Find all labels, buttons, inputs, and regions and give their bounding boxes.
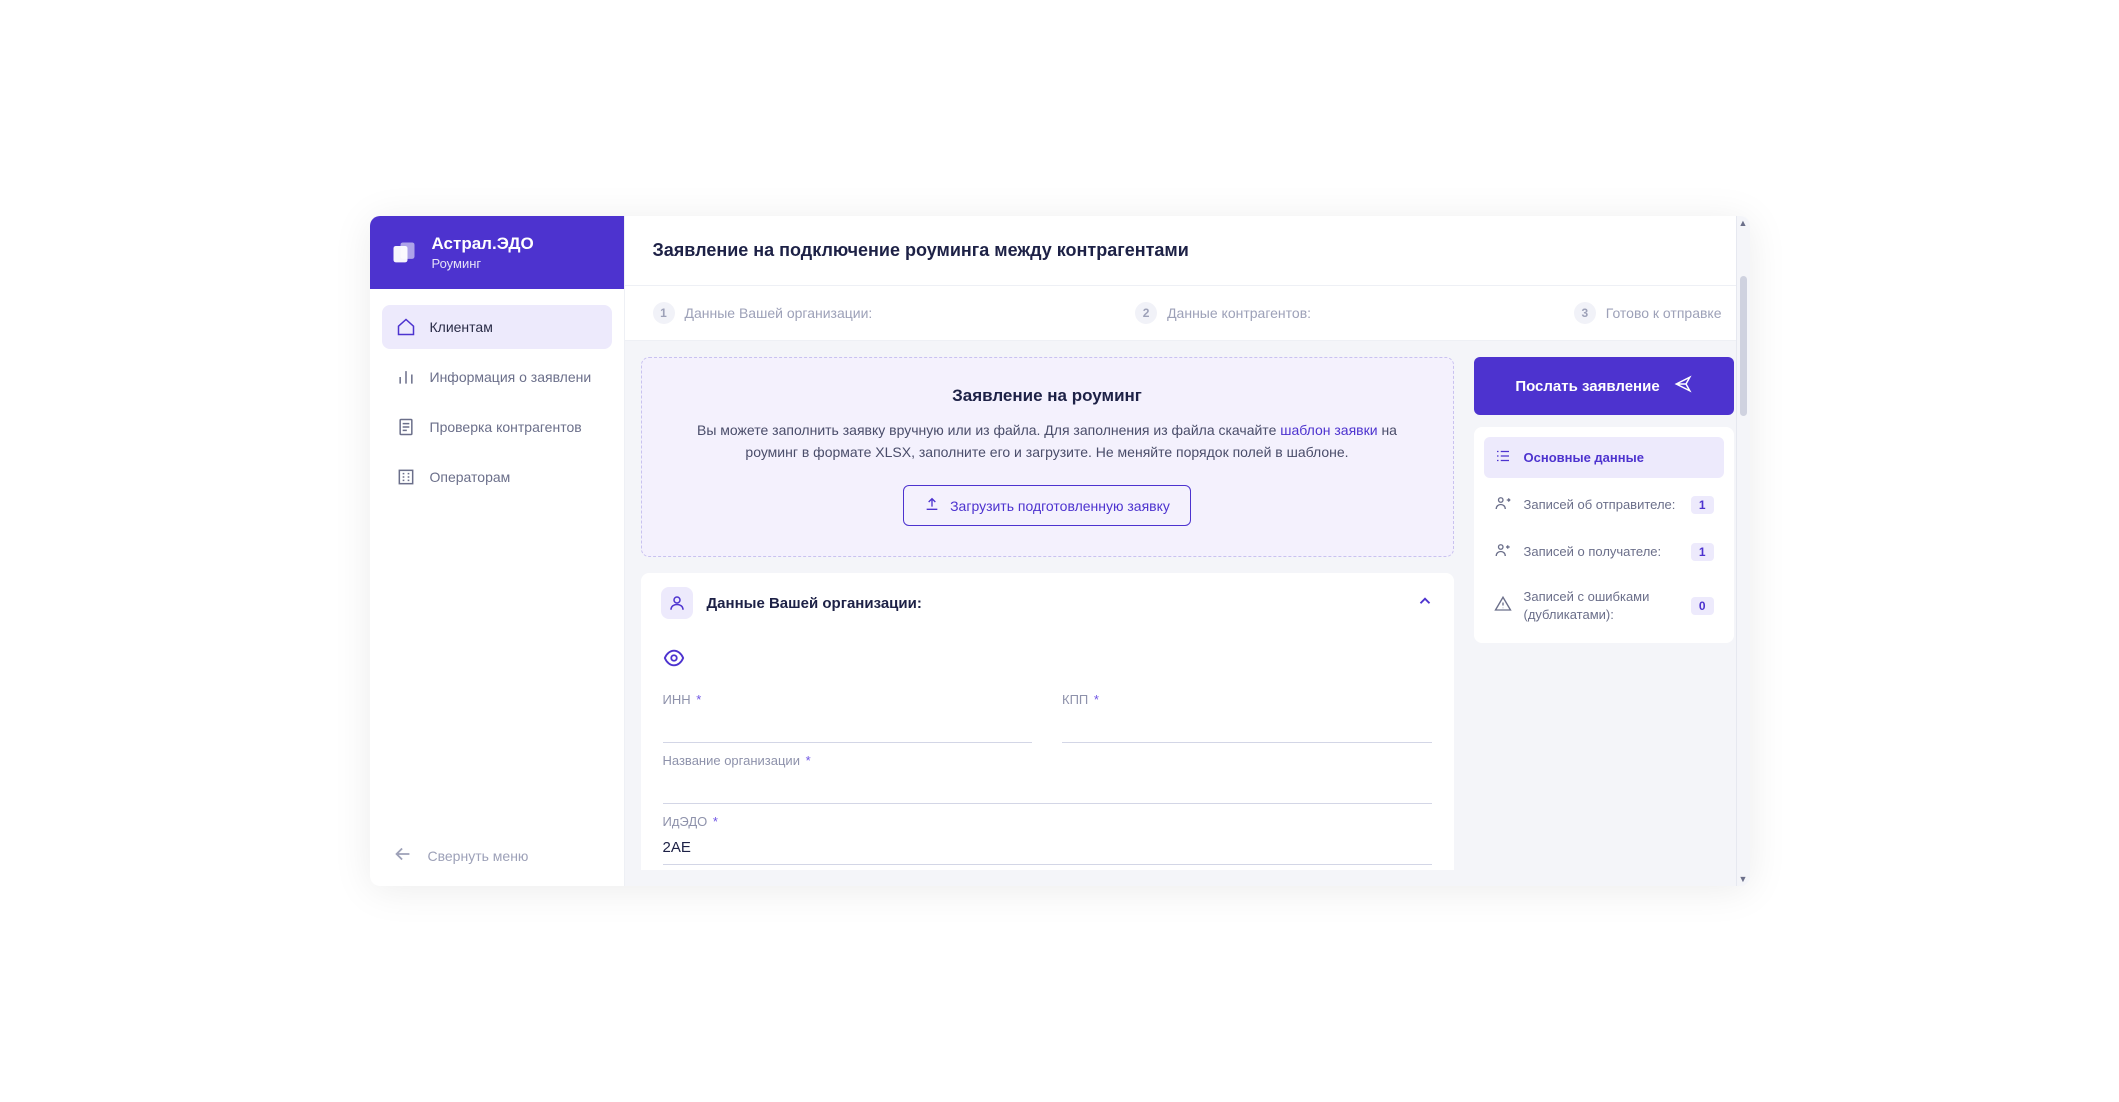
list-icon	[1494, 447, 1512, 468]
page-title: Заявление на подключение роуминга между …	[653, 240, 1722, 261]
person-icon	[661, 587, 693, 619]
count-badge: 0	[1691, 597, 1714, 615]
scroll-thumb[interactable]	[1740, 276, 1747, 416]
step-number: 3	[1574, 302, 1596, 324]
orgname-field: Название организации *	[663, 753, 1432, 804]
summary-card: Основные данные Записей об отправителе: …	[1474, 427, 1734, 643]
org-title: Данные Вашей организации:	[707, 595, 922, 612]
inn-label: ИНН *	[663, 692, 1033, 707]
kpp-field: КПП *	[1062, 692, 1432, 743]
send-button-label: Послать заявление	[1515, 378, 1659, 395]
scroll-down-icon[interactable]: ▼	[1739, 874, 1748, 884]
upload-button-label: Загрузить подготовленную заявку	[950, 498, 1170, 514]
document-icon	[396, 417, 416, 437]
content-column: Заявление на роуминг Вы можете заполнить…	[641, 357, 1458, 870]
org-body: ИНН * КПП * Название организации *	[641, 633, 1454, 865]
brand-block: Астрал.ЭДО Роуминг	[432, 234, 534, 271]
orgname-label: Название организации *	[663, 753, 1432, 768]
sidebar-item-clients[interactable]: Клиентам	[382, 305, 612, 349]
brand-subtitle: Роуминг	[432, 256, 534, 271]
sidebar: Астрал.ЭДО Роуминг Клиентам Информация о…	[370, 216, 625, 886]
summary-errors: Записей с ошибками (дубликатами): 0	[1484, 578, 1724, 633]
org-header-left: Данные Вашей организации:	[661, 587, 922, 619]
sidebar-nav: Клиентам Информация о заявлени Проверка …	[370, 289, 624, 825]
step-number: 1	[653, 302, 675, 324]
summary-label: Записей об отправителе:	[1524, 496, 1679, 514]
app-window: Астрал.ЭДО Роуминг Клиентам Информация о…	[370, 216, 1750, 886]
template-link[interactable]: шаблон заявки	[1280, 422, 1377, 438]
side-column: Послать заявление Основные данные	[1474, 357, 1734, 870]
upload-icon	[924, 496, 940, 515]
main: Заявление на подключение роуминга между …	[625, 216, 1750, 886]
form-row: ИдЭДО *	[663, 814, 1432, 865]
step-label: Данные контрагентов:	[1167, 305, 1311, 321]
org-header[interactable]: Данные Вашей организации:	[641, 573, 1454, 633]
form-row: Название организации *	[663, 753, 1432, 804]
scroll-up-icon[interactable]: ▲	[1739, 218, 1748, 228]
person-arrow-icon	[1494, 494, 1512, 515]
step-label: Готово к отправке	[1606, 305, 1722, 321]
content-row: Заявление на роуминг Вы можете заполнить…	[625, 341, 1750, 886]
sidebar-item-operators[interactable]: Операторам	[382, 455, 612, 499]
sidebar-item-check[interactable]: Проверка контрагентов	[382, 405, 612, 449]
sidebar-item-label: Клиентам	[430, 319, 493, 335]
collapse-label: Свернуть меню	[428, 848, 529, 864]
sidebar-item-info[interactable]: Информация о заявлени	[382, 355, 612, 399]
summary-label: Основные данные	[1524, 449, 1714, 467]
sidebar-header: Астрал.ЭДО Роуминг	[370, 216, 624, 289]
org-card: Данные Вашей организации: ИНН *	[641, 573, 1454, 870]
send-application-button[interactable]: Послать заявление	[1474, 357, 1734, 415]
warning-icon	[1494, 595, 1512, 616]
step-number: 2	[1135, 302, 1157, 324]
logo-icon	[390, 239, 418, 267]
idedo-label: ИдЭДО *	[663, 814, 1432, 829]
inn-field: ИНН *	[663, 692, 1033, 743]
upload-button[interactable]: Загрузить подготовленную заявку	[903, 485, 1191, 526]
summary-main-data[interactable]: Основные данные	[1484, 437, 1724, 478]
person-arrow-in-icon	[1494, 541, 1512, 562]
scrollbar[interactable]: ▲ ▼	[1736, 216, 1750, 886]
summary-sender: Записей об отправителе: 1	[1484, 484, 1724, 525]
step-2: 2 Данные контрагентов:	[1135, 302, 1311, 324]
kpp-input[interactable]	[1062, 711, 1432, 743]
upload-panel: Заявление на роуминг Вы можете заполнить…	[641, 357, 1454, 557]
building-icon	[396, 467, 416, 487]
collapse-menu-button[interactable]: Свернуть меню	[370, 825, 624, 886]
summary-label: Записей с ошибками (дубликатами):	[1524, 588, 1679, 623]
send-icon	[1674, 375, 1692, 397]
brand-title: Астрал.ЭДО	[432, 234, 534, 254]
eye-icon[interactable]	[663, 647, 685, 669]
sidebar-item-label: Проверка контрагентов	[430, 419, 582, 435]
kpp-label: КПП *	[1062, 692, 1432, 707]
step-label: Данные Вашей организации:	[685, 305, 873, 321]
orgname-input[interactable]	[663, 772, 1432, 804]
count-badge: 1	[1691, 543, 1714, 561]
sidebar-item-label: Операторам	[430, 469, 511, 485]
form-row: ИНН * КПП *	[663, 692, 1432, 743]
idedo-field: ИдЭДО *	[663, 814, 1432, 865]
arrow-left-icon	[392, 843, 414, 868]
step-3: 3 Готово к отправке	[1574, 302, 1722, 324]
page-header: Заявление на подключение роуминга между …	[625, 216, 1750, 286]
home-icon	[396, 317, 416, 337]
chevron-up-icon	[1416, 592, 1434, 615]
sidebar-item-label: Информация о заявлени	[430, 369, 592, 385]
summary-receiver: Записей о получателе: 1	[1484, 531, 1724, 572]
count-badge: 1	[1691, 496, 1714, 514]
bar-chart-icon	[396, 367, 416, 387]
upload-title: Заявление на роуминг	[678, 386, 1417, 406]
idedo-input[interactable]	[663, 833, 1432, 865]
step-1: 1 Данные Вашей организации:	[653, 302, 873, 324]
upload-text: Вы можете заполнить заявку вручную или и…	[678, 420, 1417, 463]
summary-label: Записей о получателе:	[1524, 543, 1679, 561]
inn-input[interactable]	[663, 711, 1033, 743]
steps-bar: 1 Данные Вашей организации: 2 Данные кон…	[625, 286, 1750, 341]
